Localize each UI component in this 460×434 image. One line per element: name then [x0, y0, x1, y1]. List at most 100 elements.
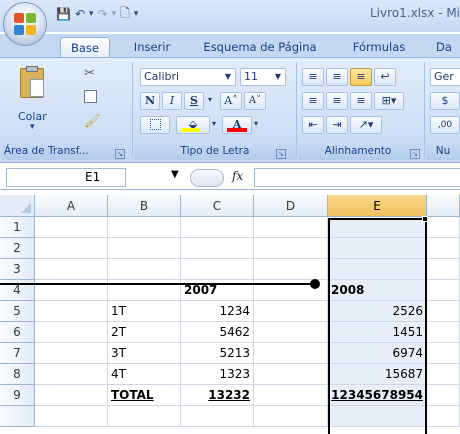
row-header-3[interactable]: 3 — [0, 259, 35, 280]
decrease-indent-button[interactable]: ⇤ — [302, 116, 324, 134]
wrap-text-button[interactable]: ↩ — [374, 68, 396, 86]
orientation-button[interactable]: ↗▾ — [350, 116, 382, 134]
cell-d9[interactable] — [254, 385, 328, 406]
align-center-button[interactable]: ≡ — [326, 92, 348, 110]
paste-button[interactable]: Colar ▾ — [10, 64, 56, 136]
cell-f9[interactable] — [427, 385, 460, 406]
cell-a10[interactable] — [35, 406, 108, 427]
italic-button[interactable]: I — [162, 92, 182, 110]
cell-c6[interactable]: 5462 — [181, 322, 254, 343]
decrease-decimal-button[interactable]: ,00 — [430, 116, 460, 134]
cell-a6[interactable] — [35, 322, 108, 343]
cell-b6[interactable]: 2T — [108, 322, 181, 343]
cell-b10[interactable] — [108, 406, 181, 427]
column-header-f[interactable] — [427, 195, 460, 217]
cell-e1[interactable] — [328, 217, 427, 238]
cell-b3[interactable] — [108, 259, 181, 280]
row-header-2[interactable]: 2 — [0, 238, 35, 259]
cell-c9[interactable]: 13232 — [181, 385, 254, 406]
row-header-10[interactable] — [0, 406, 35, 427]
align-top-button[interactable]: ≡ — [302, 68, 324, 86]
row-header-5[interactable]: 5 — [0, 301, 35, 322]
print-preview-icon[interactable]: 🗋 — [120, 4, 130, 25]
cell-e3[interactable] — [328, 259, 427, 280]
font-name-select[interactable]: Calibri ▼ — [140, 68, 236, 86]
cell-d7[interactable] — [254, 343, 328, 364]
cell-a1[interactable] — [35, 217, 108, 238]
fill-color-dropdown-icon[interactable]: ▾ — [210, 116, 218, 134]
clipboard-launcher-icon[interactable]: ↘ — [115, 149, 125, 159]
font-size-select[interactable]: 11 ▼ — [240, 68, 286, 86]
shrink-font-button[interactable]: A˅ — [244, 92, 266, 110]
cell-f2[interactable] — [427, 238, 460, 259]
cell-b2[interactable] — [108, 238, 181, 259]
cell-f10[interactable] — [427, 406, 460, 427]
font-color-dropdown-icon[interactable]: ▾ — [252, 116, 260, 134]
font-color-button[interactable]: A — [222, 116, 252, 134]
column-header-e[interactable]: E — [328, 195, 427, 217]
align-middle-button[interactable]: ≡ — [326, 68, 348, 86]
cell-a2[interactable] — [35, 238, 108, 259]
cell-c7[interactable]: 5213 — [181, 343, 254, 364]
cell-c2[interactable] — [181, 238, 254, 259]
cell-e8[interactable]: 15687 — [328, 364, 427, 385]
cell-b8[interactable]: 4T — [108, 364, 181, 385]
save-icon[interactable]: 💾 — [56, 7, 71, 21]
undo-dropdown-icon[interactable]: ▾ — [89, 9, 94, 19]
column-header-c[interactable]: C — [181, 195, 254, 217]
row-header-8[interactable]: 8 — [0, 364, 35, 385]
cell-d5[interactable] — [254, 301, 328, 322]
cell-a5[interactable] — [35, 301, 108, 322]
cell-b7[interactable]: 3T — [108, 343, 181, 364]
number-format-select[interactable]: Ger — [430, 68, 460, 86]
cell-a8[interactable] — [35, 364, 108, 385]
align-right-button[interactable]: ≡ — [350, 92, 372, 110]
insert-function-button[interactable]: fx — [232, 169, 243, 183]
cell-a3[interactable] — [35, 259, 108, 280]
tab-formulas[interactable]: Fórmulas — [344, 37, 414, 58]
cell-c8[interactable]: 1323 — [181, 364, 254, 385]
cell-e10[interactable] — [328, 406, 427, 427]
paste-dropdown-icon[interactable]: ▾ — [30, 122, 35, 132]
font-launcher-icon[interactable]: ↘ — [276, 149, 286, 159]
formula-input[interactable] — [254, 168, 460, 187]
column-header-d[interactable]: D — [254, 195, 328, 217]
fill-color-button[interactable]: ⬙ — [176, 116, 210, 134]
cell-d8[interactable] — [254, 364, 328, 385]
cell-b5[interactable]: 1T — [108, 301, 181, 322]
redo-icon[interactable]: ↷ — [98, 7, 108, 21]
copy-icon[interactable] — [84, 90, 97, 103]
undo-icon[interactable]: ↶ — [75, 7, 85, 21]
cell-e9[interactable]: 12345678954 — [328, 385, 427, 406]
tab-dados[interactable]: Da — [428, 37, 460, 58]
name-box[interactable]: E1 — [6, 168, 126, 187]
cell-d2[interactable] — [254, 238, 328, 259]
borders-button[interactable] — [140, 116, 170, 134]
grow-font-button[interactable]: A˄ — [220, 92, 242, 110]
cell-c3[interactable] — [181, 259, 254, 280]
formula-buttons[interactable] — [190, 169, 224, 187]
cell-e5[interactable]: 2526 — [328, 301, 427, 322]
cell-e6[interactable]: 1451 — [328, 322, 427, 343]
customize-qat-icon[interactable]: ▾ — [134, 9, 139, 19]
underline-dropdown-icon[interactable]: ▾ — [205, 92, 215, 110]
cell-b1[interactable] — [108, 217, 181, 238]
cell-e7[interactable]: 6974 — [328, 343, 427, 364]
office-button[interactable] — [3, 2, 47, 46]
row-header-6[interactable]: 6 — [0, 322, 35, 343]
redo-dropdown-icon[interactable]: ▾ — [112, 9, 117, 19]
cell-f7[interactable] — [427, 343, 460, 364]
fill-handle[interactable] — [422, 216, 428, 222]
cell-d10[interactable] — [254, 406, 328, 427]
cell-b9[interactable]: TOTAL — [108, 385, 181, 406]
tab-esquema-de-pagina[interactable]: Esquema de Página — [196, 37, 324, 58]
align-bottom-button[interactable]: ≡ — [350, 68, 372, 86]
format-painter-icon[interactable]: 🖌 — [84, 114, 101, 129]
name-box-dropdown-icon[interactable]: ▼ — [171, 169, 179, 180]
cut-icon[interactable]: ✂ — [84, 66, 95, 81]
bold-button[interactable]: N — [140, 92, 160, 110]
currency-format-button[interactable]: $ — [430, 92, 460, 110]
column-header-a[interactable]: A — [35, 195, 108, 217]
underline-button[interactable]: S — [184, 92, 204, 110]
row-header-9[interactable]: 9 — [0, 385, 35, 406]
